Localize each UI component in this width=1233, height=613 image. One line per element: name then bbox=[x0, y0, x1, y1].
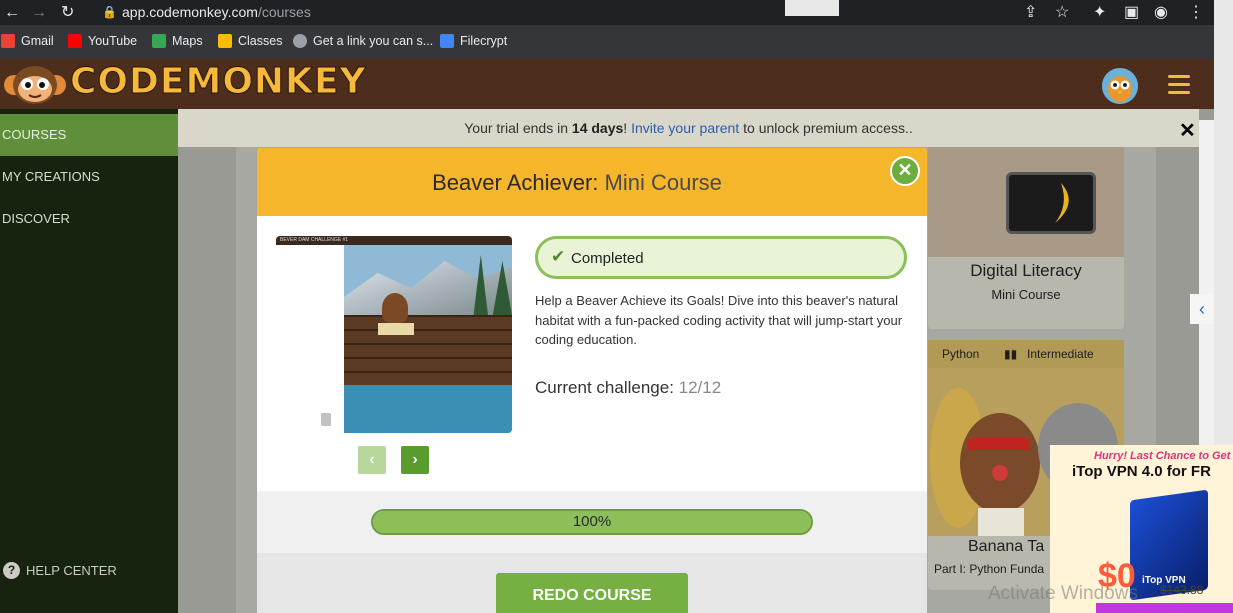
preview-topbar: BEVER DAM CHALLENGE #1 bbox=[276, 236, 512, 245]
current-challenge: Current challenge: 12/12 bbox=[535, 378, 722, 397]
lock-icon: 🔒 bbox=[102, 5, 117, 19]
shield-icon bbox=[440, 34, 454, 48]
reload-icon[interactable]: ↻ bbox=[61, 0, 74, 25]
brand-wordmark[interactable]: CODEMONKEY bbox=[70, 61, 367, 103]
sidebar: COURSES MY CREATIONS DISCOVER bbox=[0, 109, 178, 613]
profile-avatar[interactable]: ◉ bbox=[1154, 0, 1168, 25]
bookmark-maps[interactable]: Maps bbox=[152, 34, 203, 48]
banner-close-icon[interactable]: ✕ bbox=[1179, 118, 1196, 143]
address-bar[interactable]: app.codemonkey.com/courses bbox=[122, 4, 311, 20]
modal-header: Beaver Achiever: Mini Course ✕ bbox=[257, 148, 927, 216]
bookmark-youtube[interactable]: YouTube bbox=[68, 34, 137, 48]
monkey-logo-icon[interactable] bbox=[2, 65, 68, 105]
course-card-digital-literacy: Digital Literacy Mini Course bbox=[928, 147, 1124, 329]
sidepanel-icon[interactable]: ▣ bbox=[1124, 0, 1139, 25]
progress-label: 100% bbox=[572, 513, 612, 530]
bookmarks-bar: Gmail YouTube Maps Classes Get a link yo… bbox=[0, 25, 1214, 59]
owl-icon bbox=[1102, 68, 1138, 104]
maps-icon bbox=[152, 34, 166, 48]
ad-old-price: $143.88 bbox=[1160, 583, 1204, 597]
previous-button[interactable]: ‹ bbox=[358, 446, 386, 474]
logs-art bbox=[344, 315, 512, 385]
sidebar-item-courses[interactable]: COURSES bbox=[0, 114, 178, 156]
ad-title: iTop VPN 4.0 for FR bbox=[1072, 463, 1211, 480]
progress-bar: 100% bbox=[371, 509, 813, 535]
course-card-title: Digital Literacy bbox=[970, 261, 1082, 280]
progress-section: 100% bbox=[257, 491, 927, 553]
overlay-widget[interactable] bbox=[785, 0, 839, 16]
chevron-left-icon: ‹ bbox=[369, 451, 375, 468]
modal-footer: REDO COURSE bbox=[257, 553, 927, 613]
extensions-icon[interactable]: ✦ bbox=[1093, 0, 1106, 25]
sign-art bbox=[378, 323, 414, 335]
course-modal: Beaver Achiever: Mini Course ✕ BEVER DAM… bbox=[257, 148, 927, 613]
back-icon[interactable]: ← bbox=[4, 0, 20, 25]
bookmark-getlink[interactable]: Get a link you can s... bbox=[293, 34, 433, 48]
redo-course-button[interactable]: REDO COURSE bbox=[496, 573, 688, 613]
checkmark-icon: ✔ bbox=[551, 247, 566, 266]
gmail-icon bbox=[1, 34, 15, 48]
course-card-subtitle: Mini Course bbox=[991, 287, 1061, 302]
modal-title: Beaver Achiever: Mini Course bbox=[432, 170, 722, 195]
star-icon[interactable]: ☆ bbox=[1055, 0, 1069, 25]
globe-icon bbox=[293, 34, 307, 48]
site-header: CODEMONKEY bbox=[0, 59, 1214, 109]
sidebar-item-discover[interactable]: DISCOVER bbox=[0, 198, 178, 240]
bookmark-filecrypt[interactable]: Filecrypt bbox=[440, 34, 507, 48]
course-card-title: Banana Ta bbox=[968, 538, 1045, 555]
forward-icon[interactable]: → bbox=[31, 0, 47, 25]
user-avatar[interactable] bbox=[1102, 68, 1138, 104]
share-icon[interactable]: ⇪ bbox=[1024, 0, 1037, 25]
close-icon[interactable]: ✕ bbox=[890, 156, 920, 186]
youtube-icon bbox=[68, 34, 82, 48]
ad-hurry-text: Hurry! Last Chance to Get bbox=[1094, 450, 1231, 462]
windows-watermark: Activate Windows bbox=[988, 583, 1138, 604]
classes-icon bbox=[218, 34, 232, 48]
level-bars-icon: ▮▮ bbox=[1004, 347, 1018, 361]
chevron-right-icon: › bbox=[412, 451, 418, 468]
challenge-preview[interactable]: BEVER DAM CHALLENGE #1 bbox=[276, 236, 512, 433]
chevron-left-icon[interactable]: ‹ bbox=[1190, 294, 1214, 324]
difficulty-tag: Intermediate bbox=[1027, 347, 1094, 361]
laptop-icon bbox=[1006, 172, 1096, 234]
course-card-image bbox=[928, 147, 1124, 257]
trial-banner: Your trial ends in 14 days! Invite your … bbox=[178, 109, 1199, 147]
game-screenshot bbox=[344, 245, 512, 433]
invite-parent-link[interactable]: Invite your parent bbox=[631, 120, 739, 136]
help-icon: ? bbox=[3, 562, 20, 579]
hamburger-menu-icon[interactable] bbox=[1168, 75, 1190, 95]
course-card-tags: Python ▮▮ Intermediate bbox=[928, 340, 1124, 368]
python-tag: Python bbox=[942, 347, 980, 361]
course-card-subtitle: Part I: Python Funda bbox=[934, 562, 1045, 576]
water-art bbox=[344, 385, 512, 433]
sidebar-item-my-creations[interactable]: MY CREATIONS bbox=[0, 156, 178, 198]
trash-icon[interactable] bbox=[321, 413, 331, 426]
beaver-icon bbox=[382, 293, 408, 323]
course-description: Help a Beaver Achieve its Goals! Dive in… bbox=[535, 293, 903, 347]
help-center-link[interactable]: ? HELP CENTER bbox=[3, 562, 117, 579]
browser-toolbar: ← → ↻ 🔒 app.codemonkey.com/courses ⇪ ☆ ✦… bbox=[0, 0, 1214, 25]
bookmark-gmail[interactable]: Gmail bbox=[1, 34, 54, 48]
status-badge: ✔ Completed bbox=[535, 236, 907, 279]
next-button[interactable]: › bbox=[401, 446, 429, 474]
menu-kebab-icon[interactable]: ⋮ bbox=[1188, 0, 1204, 25]
bookmark-classes[interactable]: Classes bbox=[218, 34, 282, 48]
